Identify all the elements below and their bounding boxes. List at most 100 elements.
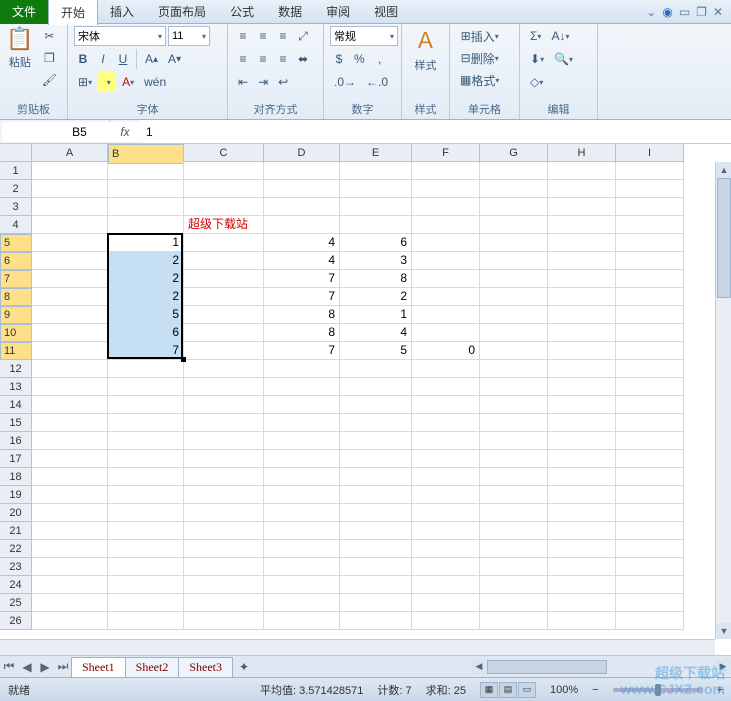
cell-B24[interactable] <box>108 576 184 594</box>
autosum-icon[interactable]: Σ▾ <box>526 26 545 46</box>
col-header-G[interactable]: G <box>480 144 548 162</box>
cell-A11[interactable] <box>32 342 108 360</box>
cell-C18[interactable] <box>184 468 264 486</box>
row-header-5[interactable]: 5 <box>0 234 32 252</box>
cell-B20[interactable] <box>108 504 184 522</box>
row-header-1[interactable]: 1 <box>0 162 32 180</box>
cell-B15[interactable] <box>108 414 184 432</box>
menu-tab-3[interactable]: 公式 <box>218 0 266 25</box>
cell-F5[interactable] <box>412 234 480 252</box>
sheet-tab-Sheet3[interactable]: Sheet3 <box>178 657 233 677</box>
cell-G25[interactable] <box>480 594 548 612</box>
cell-H16[interactable] <box>548 432 616 450</box>
cell-E18[interactable] <box>340 468 412 486</box>
indent-dec-icon[interactable]: ⇤ <box>234 72 252 92</box>
cell-I16[interactable] <box>616 432 684 450</box>
cell-C24[interactable] <box>184 576 264 594</box>
col-header-E[interactable]: E <box>340 144 412 162</box>
row-header-11[interactable]: 11 <box>0 342 32 360</box>
cell-F21[interactable] <box>412 522 480 540</box>
cell-G6[interactable] <box>480 252 548 270</box>
cell-F12[interactable] <box>412 360 480 378</box>
cell-H26[interactable] <box>548 612 616 630</box>
cell-F26[interactable] <box>412 612 480 630</box>
cell-I18[interactable] <box>616 468 684 486</box>
cell-B13[interactable] <box>108 378 184 396</box>
cell-E13[interactable] <box>340 378 412 396</box>
cell-F2[interactable] <box>412 180 480 198</box>
cell-I6[interactable] <box>616 252 684 270</box>
cell-F7[interactable] <box>412 270 480 288</box>
row-header-22[interactable]: 22 <box>0 540 32 558</box>
cell-A5[interactable] <box>32 234 108 252</box>
cell-F16[interactable] <box>412 432 480 450</box>
cell-I26[interactable] <box>616 612 684 630</box>
cell-A12[interactable] <box>32 360 108 378</box>
cell-G2[interactable] <box>480 180 548 198</box>
menu-tab-4[interactable]: 数据 <box>266 0 314 25</box>
cell-B22[interactable] <box>108 540 184 558</box>
cell-C2[interactable] <box>184 180 264 198</box>
cell-A21[interactable] <box>32 522 108 540</box>
sheet-tab-Sheet1[interactable]: Sheet1 <box>71 657 126 677</box>
align-right-icon[interactable]: ≡ <box>274 49 292 69</box>
currency-icon[interactable]: $ <box>330 49 348 69</box>
cell-H9[interactable] <box>548 306 616 324</box>
menu-tab-5[interactable]: 审阅 <box>314 0 362 25</box>
cell-C4[interactable]: 超级下载站 <box>184 216 264 234</box>
cell-E7[interactable]: 8 <box>340 270 412 288</box>
cell-G20[interactable] <box>480 504 548 522</box>
cell-A6[interactable] <box>32 252 108 270</box>
cell-D11[interactable]: 7 <box>264 342 340 360</box>
cell-C6[interactable] <box>184 252 264 270</box>
col-header-D[interactable]: D <box>264 144 340 162</box>
zoom-value[interactable]: 100% <box>550 684 578 696</box>
row-header-26[interactable]: 26 <box>0 612 32 630</box>
cell-B19[interactable] <box>108 486 184 504</box>
cell-C15[interactable] <box>184 414 264 432</box>
cell-B14[interactable] <box>108 396 184 414</box>
cell-F15[interactable] <box>412 414 480 432</box>
cell-D14[interactable] <box>264 396 340 414</box>
cell-G17[interactable] <box>480 450 548 468</box>
format-painter-icon[interactable]: 🖌 <box>38 70 61 90</box>
cell-I7[interactable] <box>616 270 684 288</box>
cell-B17[interactable] <box>108 450 184 468</box>
cell-E1[interactable] <box>340 162 412 180</box>
grow-font-icon[interactable]: A▴ <box>141 49 162 69</box>
number-format-select[interactable]: 常规▾ <box>330 26 398 46</box>
cell-D2[interactable] <box>264 180 340 198</box>
cell-G9[interactable] <box>480 306 548 324</box>
cell-B26[interactable] <box>108 612 184 630</box>
cell-B11[interactable]: 7 <box>108 342 184 360</box>
cell-E14[interactable] <box>340 396 412 414</box>
row-header-21[interactable]: 21 <box>0 522 32 540</box>
cell-F19[interactable] <box>412 486 480 504</box>
cell-E12[interactable] <box>340 360 412 378</box>
cell-G22[interactable] <box>480 540 548 558</box>
format-cells-button[interactable]: ▦ 格式 ▾ <box>456 70 503 90</box>
cell-A4[interactable] <box>32 216 108 234</box>
cell-D7[interactable]: 7 <box>264 270 340 288</box>
cell-C19[interactable] <box>184 486 264 504</box>
cell-D21[interactable] <box>264 522 340 540</box>
delete-cells-button[interactable]: ⊟ 删除 ▾ <box>456 48 503 68</box>
cell-I11[interactable] <box>616 342 684 360</box>
cell-D4[interactable] <box>264 216 340 234</box>
cell-F13[interactable] <box>412 378 480 396</box>
cell-C20[interactable] <box>184 504 264 522</box>
align-top-icon[interactable]: ≡ <box>234 26 252 46</box>
row-header-14[interactable]: 14 <box>0 396 32 414</box>
orientation-icon[interactable]: ⤢ <box>294 26 312 46</box>
font-color-button[interactable]: A▾ <box>118 72 138 92</box>
cell-I5[interactable] <box>616 234 684 252</box>
merge-button[interactable]: ⬌ <box>294 49 312 69</box>
row-header-3[interactable]: 3 <box>0 198 32 216</box>
italic-button[interactable]: I <box>94 49 112 69</box>
cell-C7[interactable] <box>184 270 264 288</box>
cell-I23[interactable] <box>616 558 684 576</box>
scroll-left-icon[interactable]: ◀ <box>471 659 487 675</box>
cell-D19[interactable] <box>264 486 340 504</box>
cell-E9[interactable]: 1 <box>340 306 412 324</box>
row-header-23[interactable]: 23 <box>0 558 32 576</box>
